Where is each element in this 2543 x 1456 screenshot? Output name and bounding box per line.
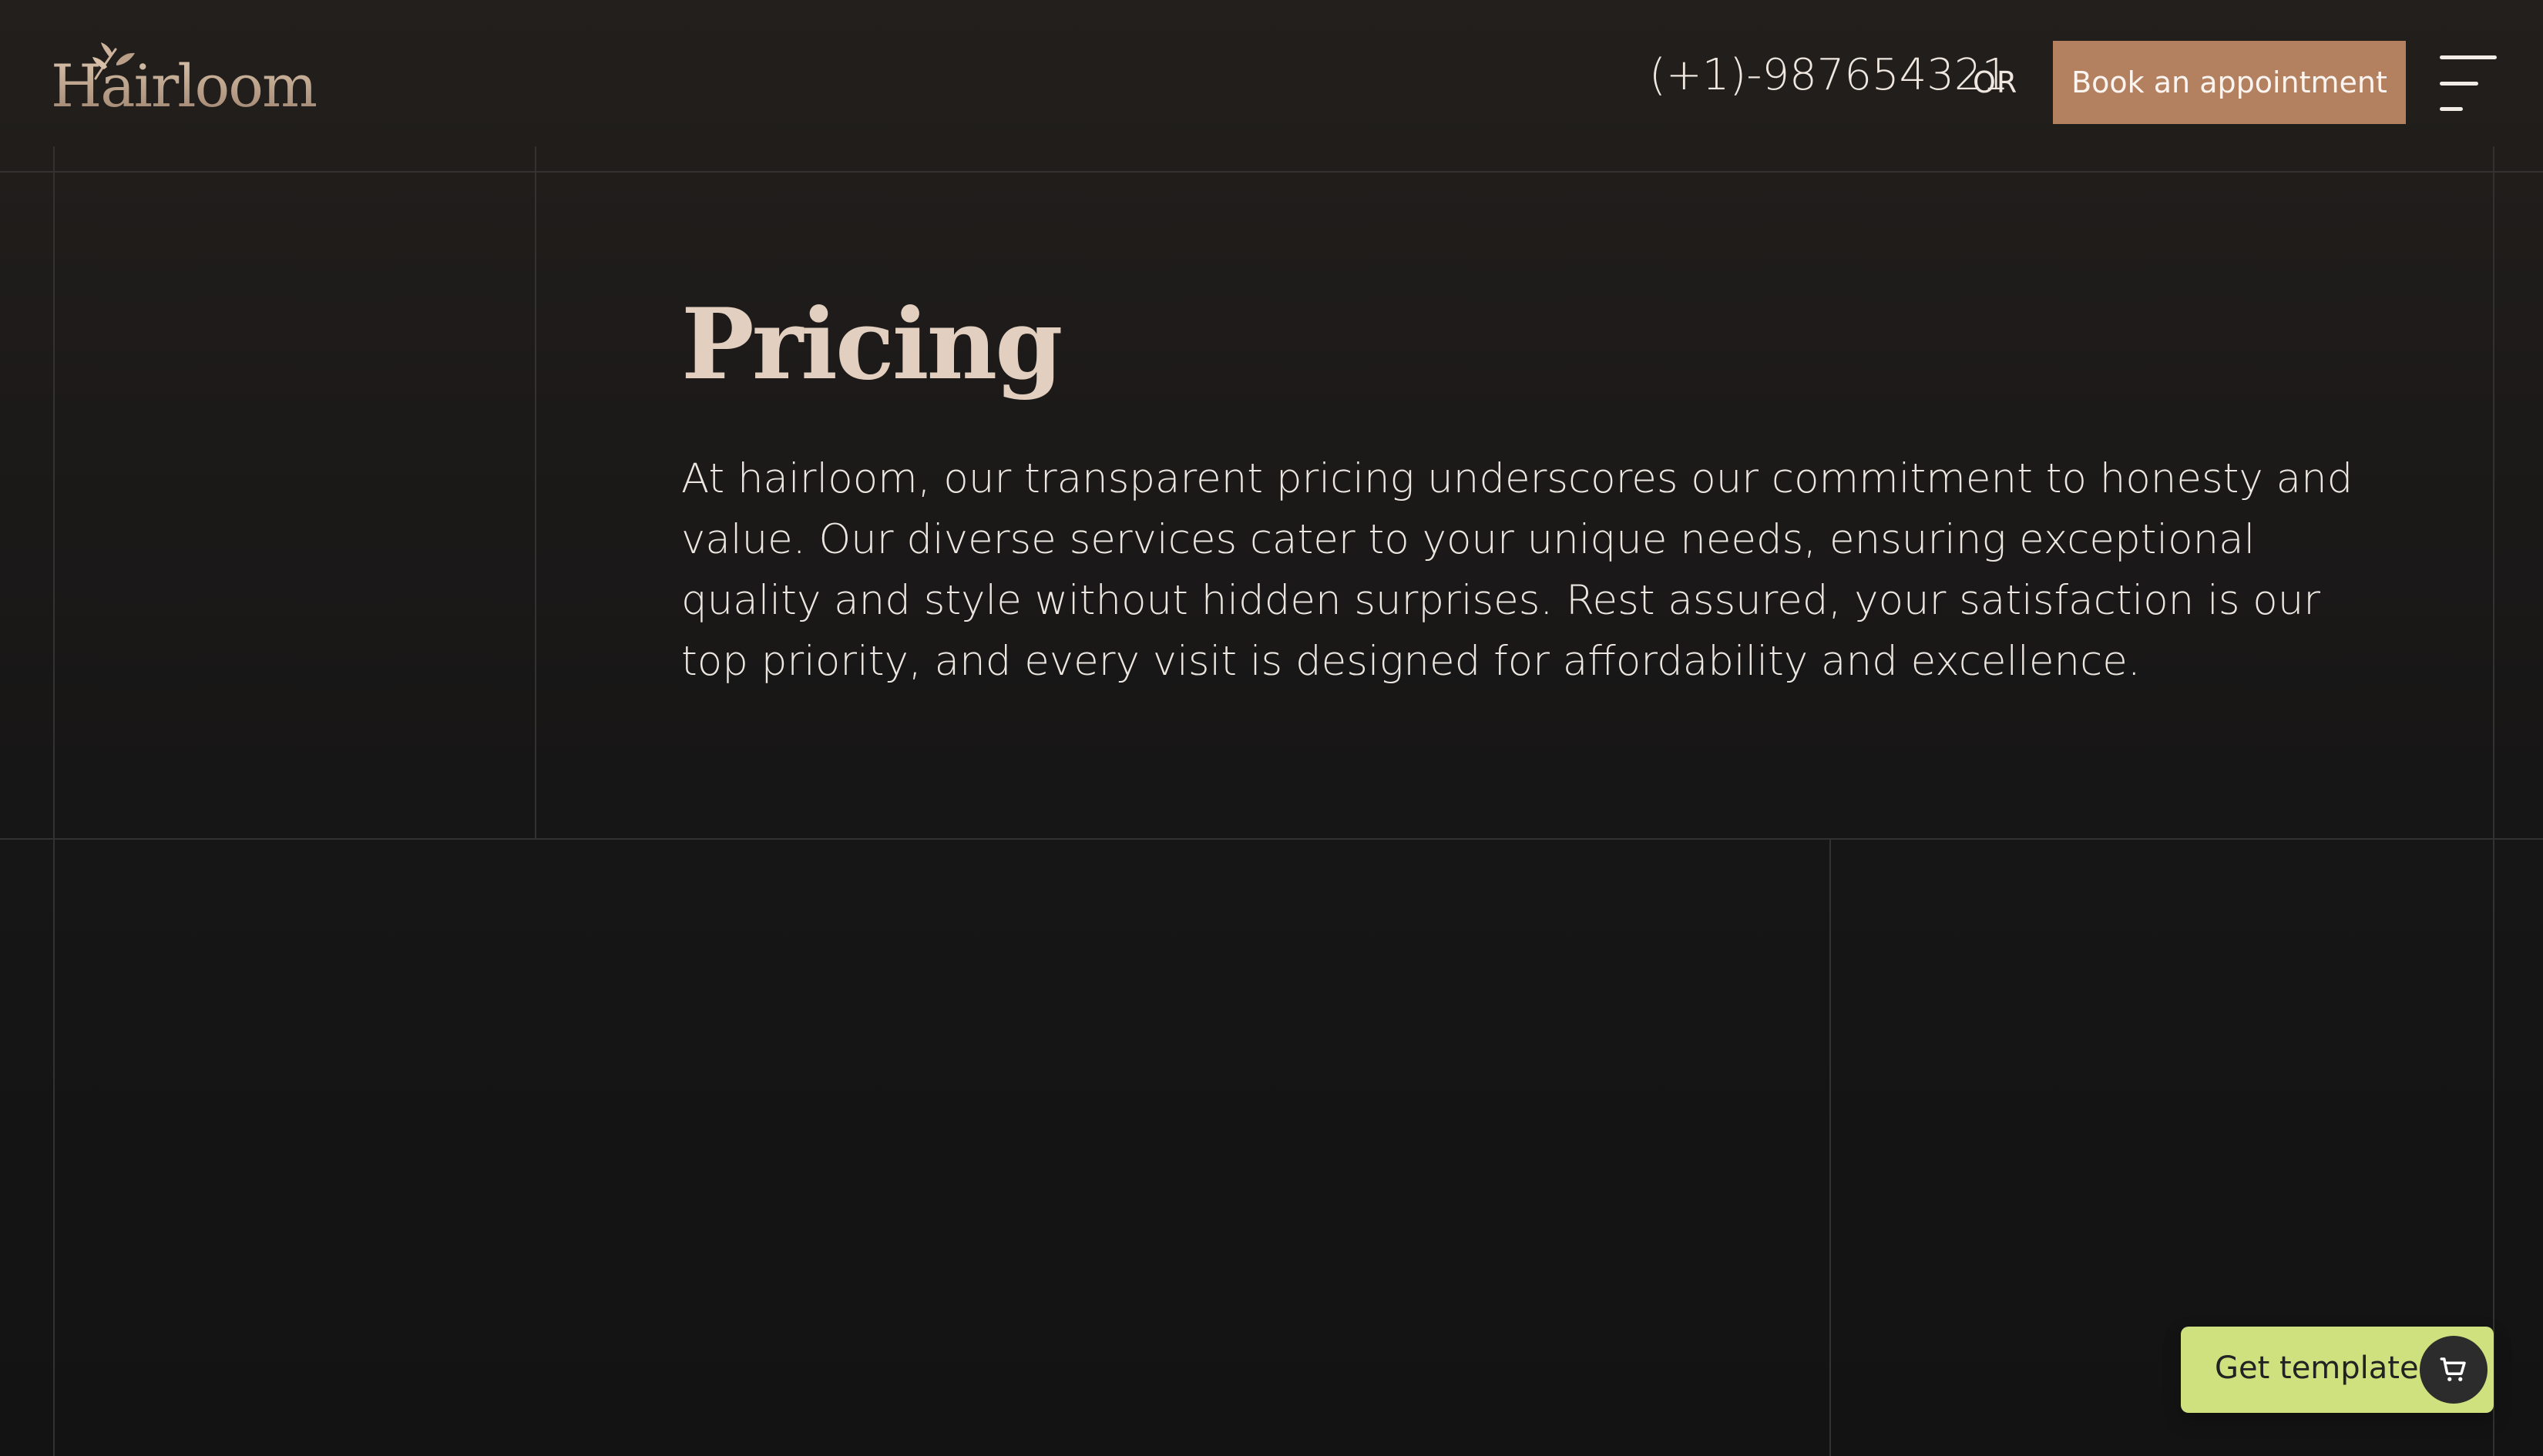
hairloom-logo[interactable]: Hairloom — [48, 42, 317, 126]
page-title: Pricing — [681, 287, 1063, 401]
site-header: Hairloom (+1)-987654321 OR Book an appoi… — [0, 0, 2543, 173]
hamburger-menu-icon — [2440, 55, 2497, 59]
pricing-description: At hairloom, our transparent pricing und… — [681, 455, 2353, 685]
lower-mid-grid-line — [1829, 838, 1831, 1456]
brand-name: Hairloom — [51, 52, 317, 120]
get-template-button[interactable]: Get template — [2181, 1327, 2494, 1413]
pricing-section: Pricing At hairloom, our transparent pri… — [0, 173, 2543, 838]
get-template-label: Get template — [2215, 1350, 2419, 1386]
cart-button-icon — [2420, 1336, 2488, 1404]
cart-icon — [2440, 1357, 2466, 1381]
hamburger-menu-line — [2440, 82, 2478, 86]
phone-number[interactable]: (+1)-987654321 — [1649, 54, 2009, 97]
or-separator: OR — [1973, 65, 2018, 99]
lower-content-area — [0, 838, 2543, 1456]
section-divider — [0, 838, 2543, 840]
menu-button[interactable] — [2440, 55, 2497, 111]
hamburger-menu-line — [2440, 107, 2463, 111]
book-appointment-button[interactable]: Book an appointment — [2053, 41, 2406, 124]
